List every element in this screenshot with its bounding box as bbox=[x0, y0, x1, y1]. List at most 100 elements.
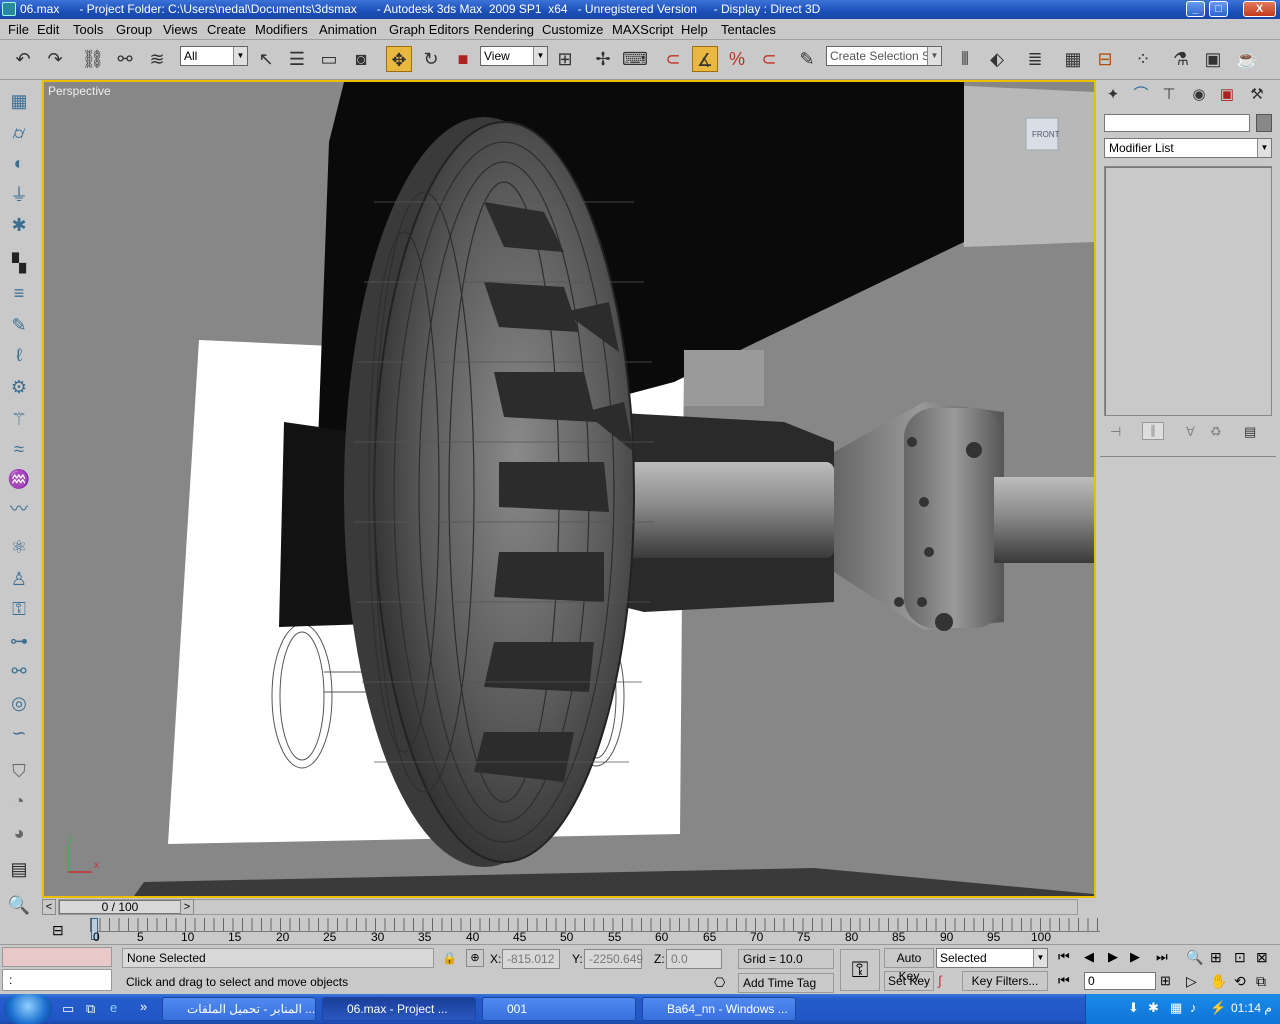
dolly-icon[interactable]: ◎ bbox=[6, 690, 32, 716]
zoom-extents-all-icon[interactable]: ⊠ bbox=[1256, 949, 1268, 966]
hierarchy-tab-icon[interactable]: ⊤ bbox=[1158, 84, 1180, 106]
gear-icon[interactable]: ⚙ bbox=[6, 374, 32, 400]
lasso-icon[interactable]: ℓ bbox=[6, 342, 32, 368]
biped-icon[interactable]: ♙ bbox=[6, 566, 32, 592]
rectangular-selection-icon[interactable]: ▭ bbox=[316, 46, 342, 72]
lock-icon[interactable]: 🔒 bbox=[442, 951, 457, 965]
shader-icon[interactable]: ◕ bbox=[6, 820, 32, 846]
redo-icon[interactable]: ↷ bbox=[42, 46, 68, 72]
stack-icon[interactable]: ≡ bbox=[6, 280, 32, 306]
reference-coordinate-dropdown[interactable]: View ▼ bbox=[480, 46, 548, 66]
checker-icon[interactable]: ▚ bbox=[6, 250, 32, 276]
create-sphere-icon[interactable]: ◐ bbox=[6, 150, 32, 176]
y-coordinate-field[interactable]: -2250.649 bbox=[584, 949, 643, 969]
display-tab-icon[interactable]: ▣ bbox=[1216, 84, 1238, 106]
set-key-button[interactable]: Set Key bbox=[884, 971, 934, 991]
menu-animation[interactable]: Animation bbox=[319, 22, 377, 37]
task-folder[interactable]: 001 bbox=[482, 997, 636, 1021]
snaps-toggle-icon[interactable]: ⊂ bbox=[660, 46, 686, 72]
previous-frame-icon[interactable]: ◀ bbox=[1084, 949, 1094, 965]
menu-tools[interactable]: Tools bbox=[73, 22, 103, 37]
time-tag-icon[interactable]: ⎔ bbox=[714, 975, 725, 991]
time-slider-thumb[interactable]: 0 / 100 bbox=[59, 900, 181, 914]
named-selection-sets-dropdown[interactable]: Create Selection Set ▼ bbox=[826, 46, 942, 66]
perspective-viewport[interactable]: Perspective FRONT z x bbox=[42, 80, 1096, 898]
menu-modifiers[interactable]: Modifiers bbox=[255, 22, 308, 37]
show-end-result-icon[interactable]: ∥ bbox=[1142, 422, 1164, 440]
material-icon[interactable]: ⛉ bbox=[6, 758, 32, 784]
maximize-button[interactable]: □ bbox=[1209, 1, 1228, 17]
z-coordinate-field[interactable]: 0.0 bbox=[666, 949, 722, 969]
brush-icon[interactable]: ✎ bbox=[6, 312, 32, 338]
x-coordinate-field[interactable]: -815.012 bbox=[502, 949, 560, 969]
task-3dsmax[interactable]: 06.max - Project ... bbox=[322, 997, 476, 1021]
modifier-stack-list[interactable] bbox=[1104, 166, 1272, 416]
time-slider-track[interactable]: 0 / 100 bbox=[58, 899, 1078, 915]
key-icon[interactable]: ⚿ bbox=[840, 949, 880, 991]
key-mode-toggle-icon[interactable]: ⏮ bbox=[1058, 973, 1070, 989]
select-and-rotate-icon[interactable]: ↻ bbox=[418, 46, 444, 72]
key-mode-dropdown[interactable]: Selected ▼ bbox=[936, 948, 1048, 968]
maxscript-listener-top[interactable] bbox=[2, 947, 112, 967]
go-to-start-icon[interactable]: ⏮ bbox=[1058, 949, 1070, 965]
create-tab-icon[interactable]: ✦ bbox=[1102, 84, 1124, 106]
edit-named-selection-icon[interactable]: ✎ bbox=[794, 46, 820, 72]
undo-icon[interactable]: ↶ bbox=[10, 46, 36, 72]
zoom-icon[interactable]: 🔍 bbox=[1186, 949, 1203, 966]
object-color-swatch[interactable] bbox=[1256, 114, 1272, 132]
menu-edit[interactable]: Edit bbox=[37, 22, 59, 37]
menu-rendering[interactable]: Rendering bbox=[474, 22, 534, 37]
select-and-link-icon[interactable]: ⛓ bbox=[80, 46, 106, 72]
modify-tab-icon[interactable]: ⌒ bbox=[1130, 84, 1152, 106]
menu-views[interactable]: Views bbox=[163, 22, 197, 37]
particle-icon[interactable]: ⚛ bbox=[6, 534, 32, 560]
network-icon[interactable]: ▦ bbox=[1170, 1000, 1182, 1016]
remove-modifier-icon[interactable]: ♻ bbox=[1210, 424, 1222, 440]
align-icon[interactable]: ⬖ bbox=[984, 46, 1010, 72]
absolute-mode-icon[interactable]: ⊕ bbox=[466, 949, 484, 967]
select-and-scale-icon[interactable]: ■ bbox=[450, 46, 476, 72]
zoom-icon[interactable]: 🔍 bbox=[6, 892, 32, 918]
viewport-label[interactable]: Perspective bbox=[48, 84, 111, 98]
menu-help[interactable]: Help bbox=[681, 22, 708, 37]
time-slider-prev[interactable]: < bbox=[42, 899, 56, 915]
constraint-icon[interactable]: ⊶ bbox=[6, 628, 32, 654]
render-setup-icon[interactable]: ⚗ bbox=[1168, 46, 1194, 72]
maxscript-listener-input[interactable]: : bbox=[2, 969, 112, 991]
internet-explorer-icon[interactable]: e bbox=[110, 1000, 117, 1015]
minimize-button[interactable]: _ bbox=[1186, 1, 1205, 17]
script-icon[interactable]: ▤ bbox=[6, 856, 32, 882]
create-star-icon[interactable]: ✱ bbox=[6, 212, 32, 238]
layer-manager-icon[interactable]: ≣ bbox=[1022, 46, 1048, 72]
app-icon[interactable] bbox=[2, 2, 16, 16]
time-configuration-icon[interactable]: ⊞ bbox=[1160, 973, 1171, 989]
create-box-icon[interactable]: ▦ bbox=[6, 88, 32, 114]
close-button[interactable]: X bbox=[1243, 1, 1276, 17]
link-icon[interactable]: ⚯ bbox=[6, 658, 32, 684]
spinner-snap-icon[interactable]: ⊂ bbox=[756, 46, 782, 72]
download-icon[interactable]: ⬇ bbox=[1128, 1000, 1139, 1016]
create-cylinder-icon[interactable]: ⌭ bbox=[6, 120, 32, 146]
key-tangent-icon[interactable]: ∫ bbox=[938, 973, 942, 988]
motion-tab-icon[interactable]: ◉ bbox=[1188, 84, 1210, 106]
quick-launch-more-icon[interactable]: » bbox=[140, 999, 147, 1014]
make-unique-icon[interactable]: ∀ bbox=[1186, 424, 1195, 440]
go-to-end-icon[interactable]: ⏭ bbox=[1156, 949, 1168, 965]
material-editor-icon[interactable]: ⁘ bbox=[1130, 46, 1156, 72]
schematic-view-icon[interactable]: ⊟ bbox=[1092, 46, 1118, 72]
modifier-icon[interactable]: ⚿ bbox=[6, 596, 32, 622]
modifier-list-dropdown[interactable]: Modifier List ▼ bbox=[1104, 138, 1272, 158]
scene-render[interactable] bbox=[44, 82, 1094, 896]
window-crossing-icon[interactable]: ◙ bbox=[348, 46, 374, 72]
time-slider-next[interactable]: > bbox=[180, 899, 194, 915]
create-plane-icon[interactable]: ⏚ bbox=[6, 182, 32, 208]
task-browser[interactable]: المنابر - تحميل الملفات ... bbox=[162, 997, 316, 1021]
map-icon[interactable]: ◔ bbox=[6, 788, 32, 814]
bluetooth-icon[interactable]: ✱ bbox=[1148, 1000, 1159, 1016]
curve-icon[interactable]: ∽ bbox=[6, 720, 32, 746]
power-icon[interactable]: ⚡ bbox=[1210, 1000, 1226, 1016]
unlink-icon[interactable]: ⚯ bbox=[112, 46, 138, 72]
mirror-icon[interactable]: ⫴ bbox=[952, 46, 978, 72]
menu-maxscript[interactable]: MAXScript bbox=[612, 22, 673, 37]
zoom-all-icon[interactable]: ⊞ bbox=[1210, 949, 1222, 966]
